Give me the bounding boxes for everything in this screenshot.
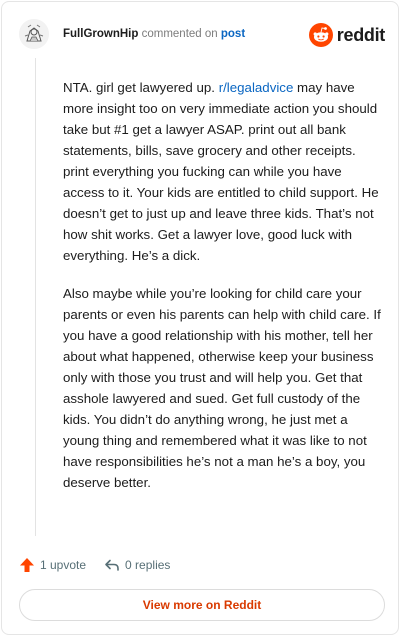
- replies-count: 0 replies: [125, 558, 171, 572]
- comment-card: FullGrownHip commented on post reddit NT…: [1, 1, 399, 635]
- reddit-wordmark: reddit: [336, 24, 386, 45]
- action-text: commented on: [141, 28, 218, 40]
- comment-meta: FullGrownHip commented on post: [63, 28, 245, 40]
- upvote-arrow-icon: [20, 558, 34, 572]
- reply-arrow-icon: [105, 559, 119, 571]
- comment-footer: 1 upvote 0 replies: [19, 555, 170, 575]
- replies-button[interactable]: 0 replies: [104, 557, 170, 573]
- thread-line: [35, 58, 36, 536]
- post-link[interactable]: post: [221, 28, 245, 40]
- user-avatar[interactable]: [19, 19, 49, 49]
- view-more-button[interactable]: View more on Reddit: [19, 589, 385, 621]
- paragraph-1-text-start: NTA. girl get lawyered up.: [63, 80, 219, 95]
- comment-paragraph-1: NTA. girl get lawyered up. r/legaladvice…: [63, 77, 385, 266]
- comment-paragraph-2: Also maybe while you’re looking for chil…: [63, 286, 381, 490]
- reddit-logo[interactable]: reddit: [308, 23, 386, 47]
- subreddit-link[interactable]: r/legaladvice: [219, 80, 294, 95]
- comment-header: FullGrownHip commented on post reddit: [19, 17, 385, 53]
- comment-body: NTA. girl get lawyered up. r/legaladvice…: [63, 77, 385, 510]
- avatar-image: [19, 19, 49, 49]
- upvote-button[interactable]: 1 upvote: [19, 557, 86, 573]
- reddit-snoo-icon: [308, 23, 333, 47]
- paragraph-1-text-end: may have more insight too on very immedi…: [63, 80, 379, 263]
- upvote-count: 1 upvote: [40, 558, 87, 572]
- username-link[interactable]: FullGrownHip: [63, 28, 138, 40]
